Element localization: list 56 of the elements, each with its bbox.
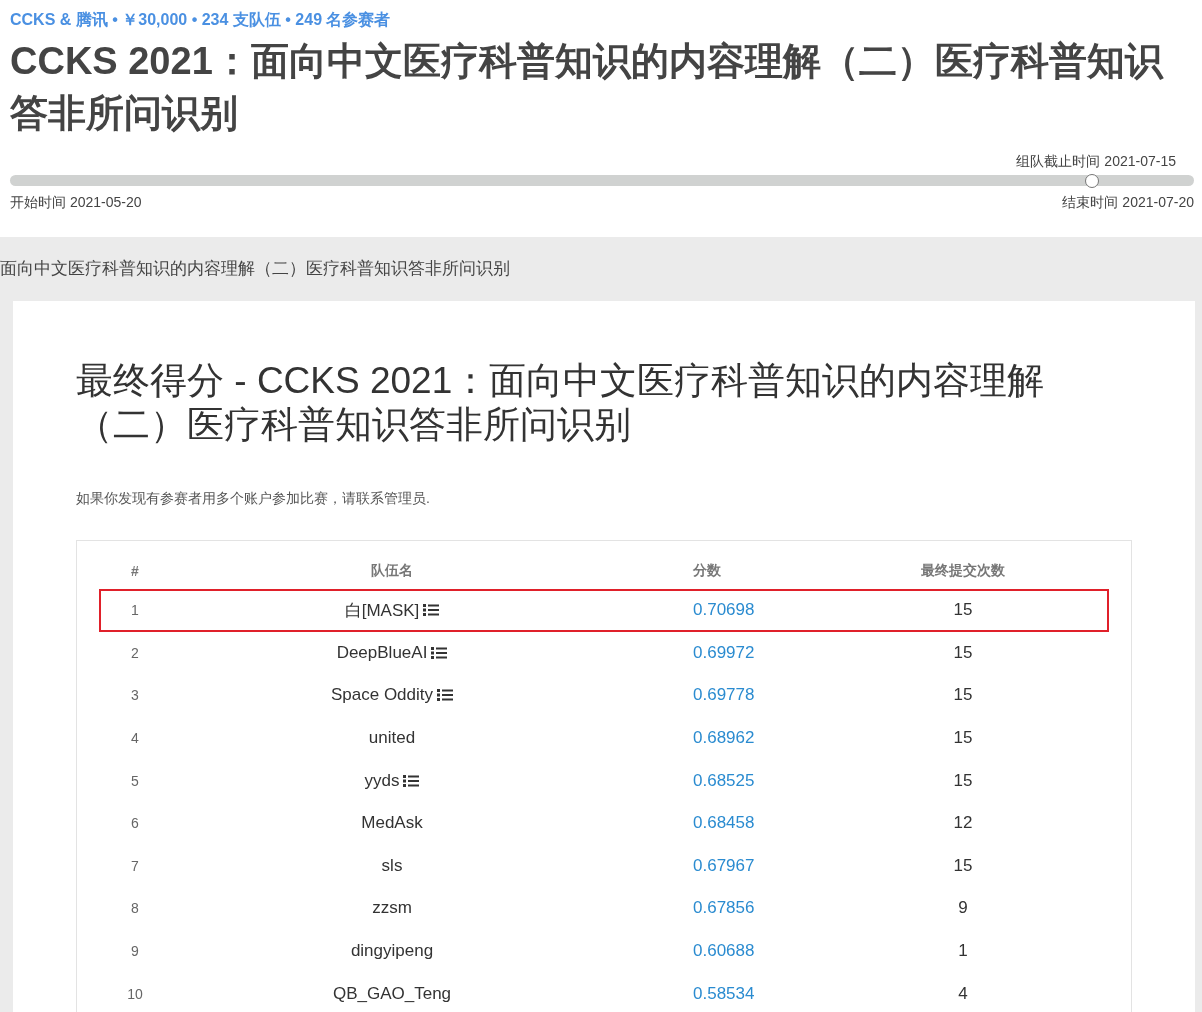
notice-text: 如果你发现有参赛者用多个账户参加比赛，请联系管理员.: [76, 490, 431, 508]
column-header: #: [130, 563, 140, 579]
column-header: 队伍名: [370, 562, 414, 580]
rank-cell-text: 4: [130, 730, 140, 747]
rank-cell-text: 10: [126, 985, 144, 1002]
rank-cell-text: 9: [130, 943, 140, 960]
submission-count: 4: [957, 983, 969, 1004]
team-name: sls: [381, 855, 403, 876]
list-icon[interactable]: [431, 645, 448, 660]
column-header: 最终提交次数: [920, 562, 1006, 580]
team-name: DeepBlueAI: [336, 642, 428, 663]
score-cell-text: 0.68962: [692, 728, 756, 749]
submission-count: 15: [952, 642, 974, 663]
end-date: 结束时间 2021-07-20: [1062, 194, 1194, 212]
rank-cell-text: 2: [130, 644, 140, 661]
submission-count: 15: [952, 728, 974, 749]
team-name: MedAsk: [361, 813, 423, 834]
list-icon[interactable]: [437, 688, 454, 703]
rank-cell-text: 5: [130, 772, 140, 789]
rank-cell-text: 8: [130, 900, 140, 917]
team-name: 白[MASK]: [344, 599, 420, 622]
submission-count: 15: [952, 685, 974, 706]
score-cell-text: 0.60688: [692, 941, 756, 962]
rank-cell-text: 7: [130, 857, 140, 874]
column-header: 分数: [692, 562, 722, 580]
submission-count: 15: [952, 600, 974, 621]
score-cell-text: 0.68458: [692, 813, 756, 834]
team-name: yyds: [364, 770, 400, 791]
score-cell-text: 0.69972: [692, 642, 756, 663]
score-cell-text: 0.68525: [692, 770, 756, 791]
submission-count: 15: [952, 770, 974, 791]
list-icon[interactable]: [423, 603, 440, 618]
page-title: CCKS 2021：面向中文医疗科普知识的内容理解（二）医疗科普知识答非所问识别: [10, 39, 1165, 136]
score-cell-text: 0.67856: [692, 898, 756, 919]
competition-meta: CCKS & 腾讯 • ￥30,000 • 234 支队伍 • 249 名参赛者: [10, 10, 392, 30]
submission-count: 12: [952, 813, 974, 834]
score-cell-text: 0.67967: [692, 855, 756, 876]
score-cell-text: 0.70698: [692, 600, 756, 621]
rank-cell-text: 1: [130, 602, 140, 619]
submission-count: 9: [957, 898, 969, 919]
list-icon[interactable]: [403, 773, 420, 788]
leaderboard-title: 最终得分 - CCKS 2021：面向中文医疗科普知识的内容理解（二）医疗科普知识答非所问识别: [76, 359, 1046, 447]
milestone-label: 组队截止时间 2021-07-15: [1016, 153, 1176, 171]
rank-cell-text: 6: [130, 815, 140, 832]
submission-count: 15: [952, 855, 974, 876]
start-date: 开始时间 2021-05-20: [10, 194, 142, 212]
score-cell-text: 0.69778: [692, 685, 756, 706]
team-name: united: [368, 728, 416, 749]
breadcrumb[interactable]: 面向中文医疗科普知识的内容理解（二）医疗科普知识答非所问识别: [0, 237, 1202, 301]
team-name: dingyipeng: [350, 941, 434, 962]
rank-cell-text: 3: [130, 687, 140, 704]
team-name: QB_GAO_Teng: [332, 983, 452, 1004]
score-cell-text: 0.58534: [692, 983, 756, 1004]
team-name: Space Oddity: [330, 685, 434, 706]
team-name: zzsm: [372, 898, 412, 919]
submission-count: 1: [957, 941, 969, 962]
